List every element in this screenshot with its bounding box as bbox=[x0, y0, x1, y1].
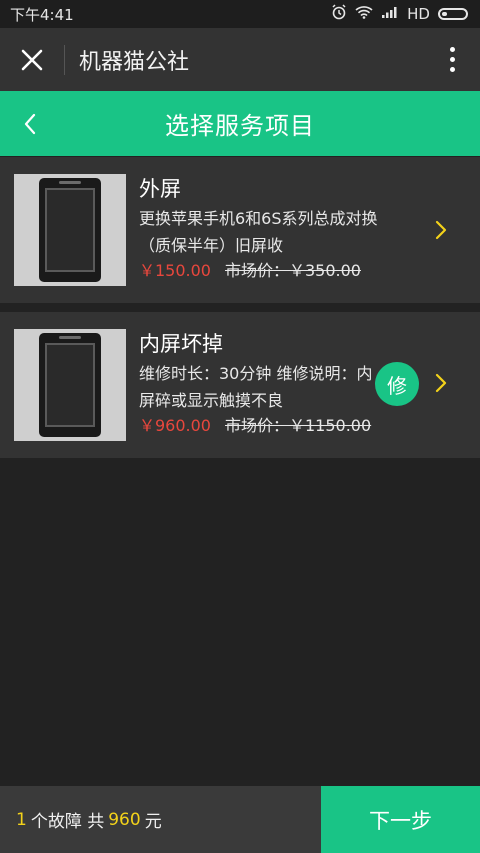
more-icon-dot bbox=[449, 57, 455, 62]
phone-frame bbox=[45, 343, 95, 427]
phone-speaker bbox=[59, 336, 81, 339]
phone-screen-image bbox=[39, 178, 101, 282]
app-bar: 机器猫公社 bbox=[0, 28, 480, 91]
item-price: ￥150.00 bbox=[139, 261, 211, 280]
phone-screen-image bbox=[39, 333, 101, 437]
item-description: 更换苹果手机6和6S系列总成对换（质保半年）旧屏收 bbox=[139, 209, 378, 255]
item-title: 内屏坏掉 bbox=[139, 332, 223, 356]
status-bar: 下午4:41 HD bbox=[0, 0, 480, 28]
item-description: 维修时长：30分钟 维修说明：内屏碎或显示触摸不良 bbox=[139, 364, 373, 410]
close-button[interactable] bbox=[0, 28, 64, 91]
status-icons: HD bbox=[331, 4, 468, 24]
chevron-right-icon[interactable] bbox=[434, 219, 448, 241]
chevron-right-icon[interactable] bbox=[434, 372, 448, 394]
page-header: 选择服务项目 bbox=[0, 91, 480, 156]
currency-label: 元 bbox=[144, 812, 162, 832]
market-price: 市场价：￥1150.00 bbox=[225, 416, 372, 435]
item-price: ￥960.00 bbox=[139, 416, 211, 435]
service-item[interactable]: 内屏坏掉 维修时长：30分钟 维修说明：内屏碎或显示触摸不良 ￥960.00 市… bbox=[0, 312, 480, 458]
wifi-icon bbox=[355, 5, 373, 23]
app-title: 机器猫公社 bbox=[79, 49, 190, 75]
product-image bbox=[14, 329, 126, 441]
chevron-left-icon bbox=[24, 113, 36, 134]
price-row: ￥150.00 市场价：￥350.00 bbox=[139, 257, 361, 281]
product-image bbox=[14, 174, 126, 286]
more-icon-dot bbox=[449, 67, 455, 72]
fault-count-label: 个故障 共 bbox=[30, 812, 105, 832]
total-amount: 960 bbox=[108, 809, 141, 830]
network-type: HD bbox=[407, 5, 430, 23]
alarm-icon bbox=[331, 4, 347, 24]
close-icon bbox=[21, 49, 43, 70]
repair-badge[interactable]: 修 bbox=[375, 362, 419, 406]
price-row: ￥960.00 市场价：￥1150.00 bbox=[139, 412, 371, 436]
page-title: 选择服务项目 bbox=[165, 112, 315, 140]
back-button[interactable] bbox=[8, 91, 52, 156]
status-time: 下午4:41 bbox=[10, 5, 74, 24]
more-menu-button[interactable] bbox=[424, 28, 480, 91]
fault-summary: 1 个故障 共 960 元 bbox=[0, 786, 321, 853]
bottom-bar: 1 个故障 共 960 元 下一步 bbox=[0, 786, 480, 853]
next-step-button[interactable]: 下一步 bbox=[321, 786, 480, 853]
item-title: 外屏 bbox=[139, 177, 181, 201]
battery-icon bbox=[438, 8, 468, 20]
phone-frame bbox=[45, 188, 95, 272]
market-price: 市场价：￥350.00 bbox=[225, 261, 361, 280]
fault-count: 1 bbox=[16, 809, 27, 830]
more-icon bbox=[449, 47, 455, 52]
signal-icon bbox=[381, 5, 399, 23]
service-item[interactable]: 外屏 更换苹果手机6和6S系列总成对换（质保半年）旧屏收 ￥150.00 市场价… bbox=[0, 157, 480, 303]
phone-speaker bbox=[59, 181, 81, 184]
app-bar-divider bbox=[64, 44, 65, 75]
